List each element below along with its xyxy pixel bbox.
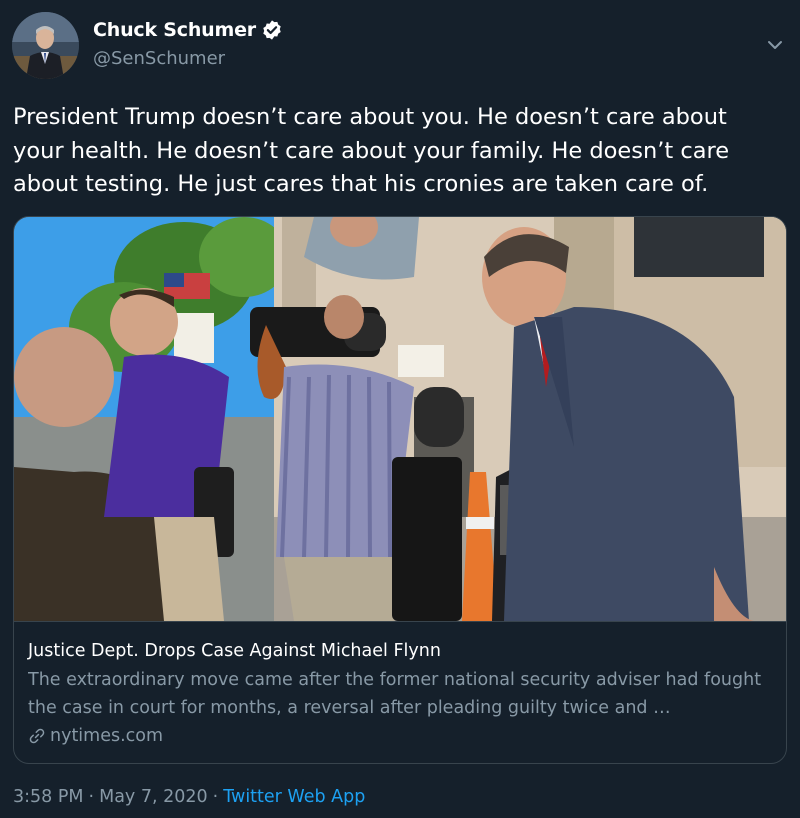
card-title[interactable]: Justice Dept. Drops Case Against Michael… [28, 641, 776, 661]
tweet: Chuck Schumer @SenSchumer President Trum… [0, 0, 800, 818]
senator-portrait-icon [12, 12, 79, 79]
tweet-meta: 3:58 PM · May 7, 2020 · Twitter Web App [13, 787, 365, 807]
card-description[interactable]: The extraordinary move came after the fo… [28, 666, 776, 722]
card-domain-text[interactable]: nytimes.com [50, 726, 163, 746]
author-name-row[interactable]: Chuck Schumer [93, 19, 283, 41]
display-name[interactable]: Chuck Schumer [93, 19, 256, 41]
card-domain[interactable]: nytimes.com [28, 726, 163, 746]
meta-separator: · [88, 787, 95, 807]
tweet-text: President Trump doesn’t care about you. … [13, 104, 730, 197]
link-card[interactable]: Justice Dept. Drops Case Against Michael… [13, 216, 787, 764]
avatar[interactable] [12, 12, 79, 79]
tweet-source-link[interactable]: Twitter Web App [223, 787, 365, 807]
tweet-time[interactable]: 3:58 PM [13, 787, 84, 807]
press-photo-image[interactable] [14, 217, 786, 621]
meta-separator-2: · [212, 787, 219, 807]
tweet-date[interactable]: May 7, 2020 [99, 787, 208, 807]
verified-badge-icon [261, 19, 283, 41]
chevron-down-icon[interactable] [766, 36, 784, 54]
card-divider [14, 621, 786, 622]
author-handle[interactable]: @SenSchumer [93, 48, 225, 69]
link-icon [28, 727, 46, 745]
